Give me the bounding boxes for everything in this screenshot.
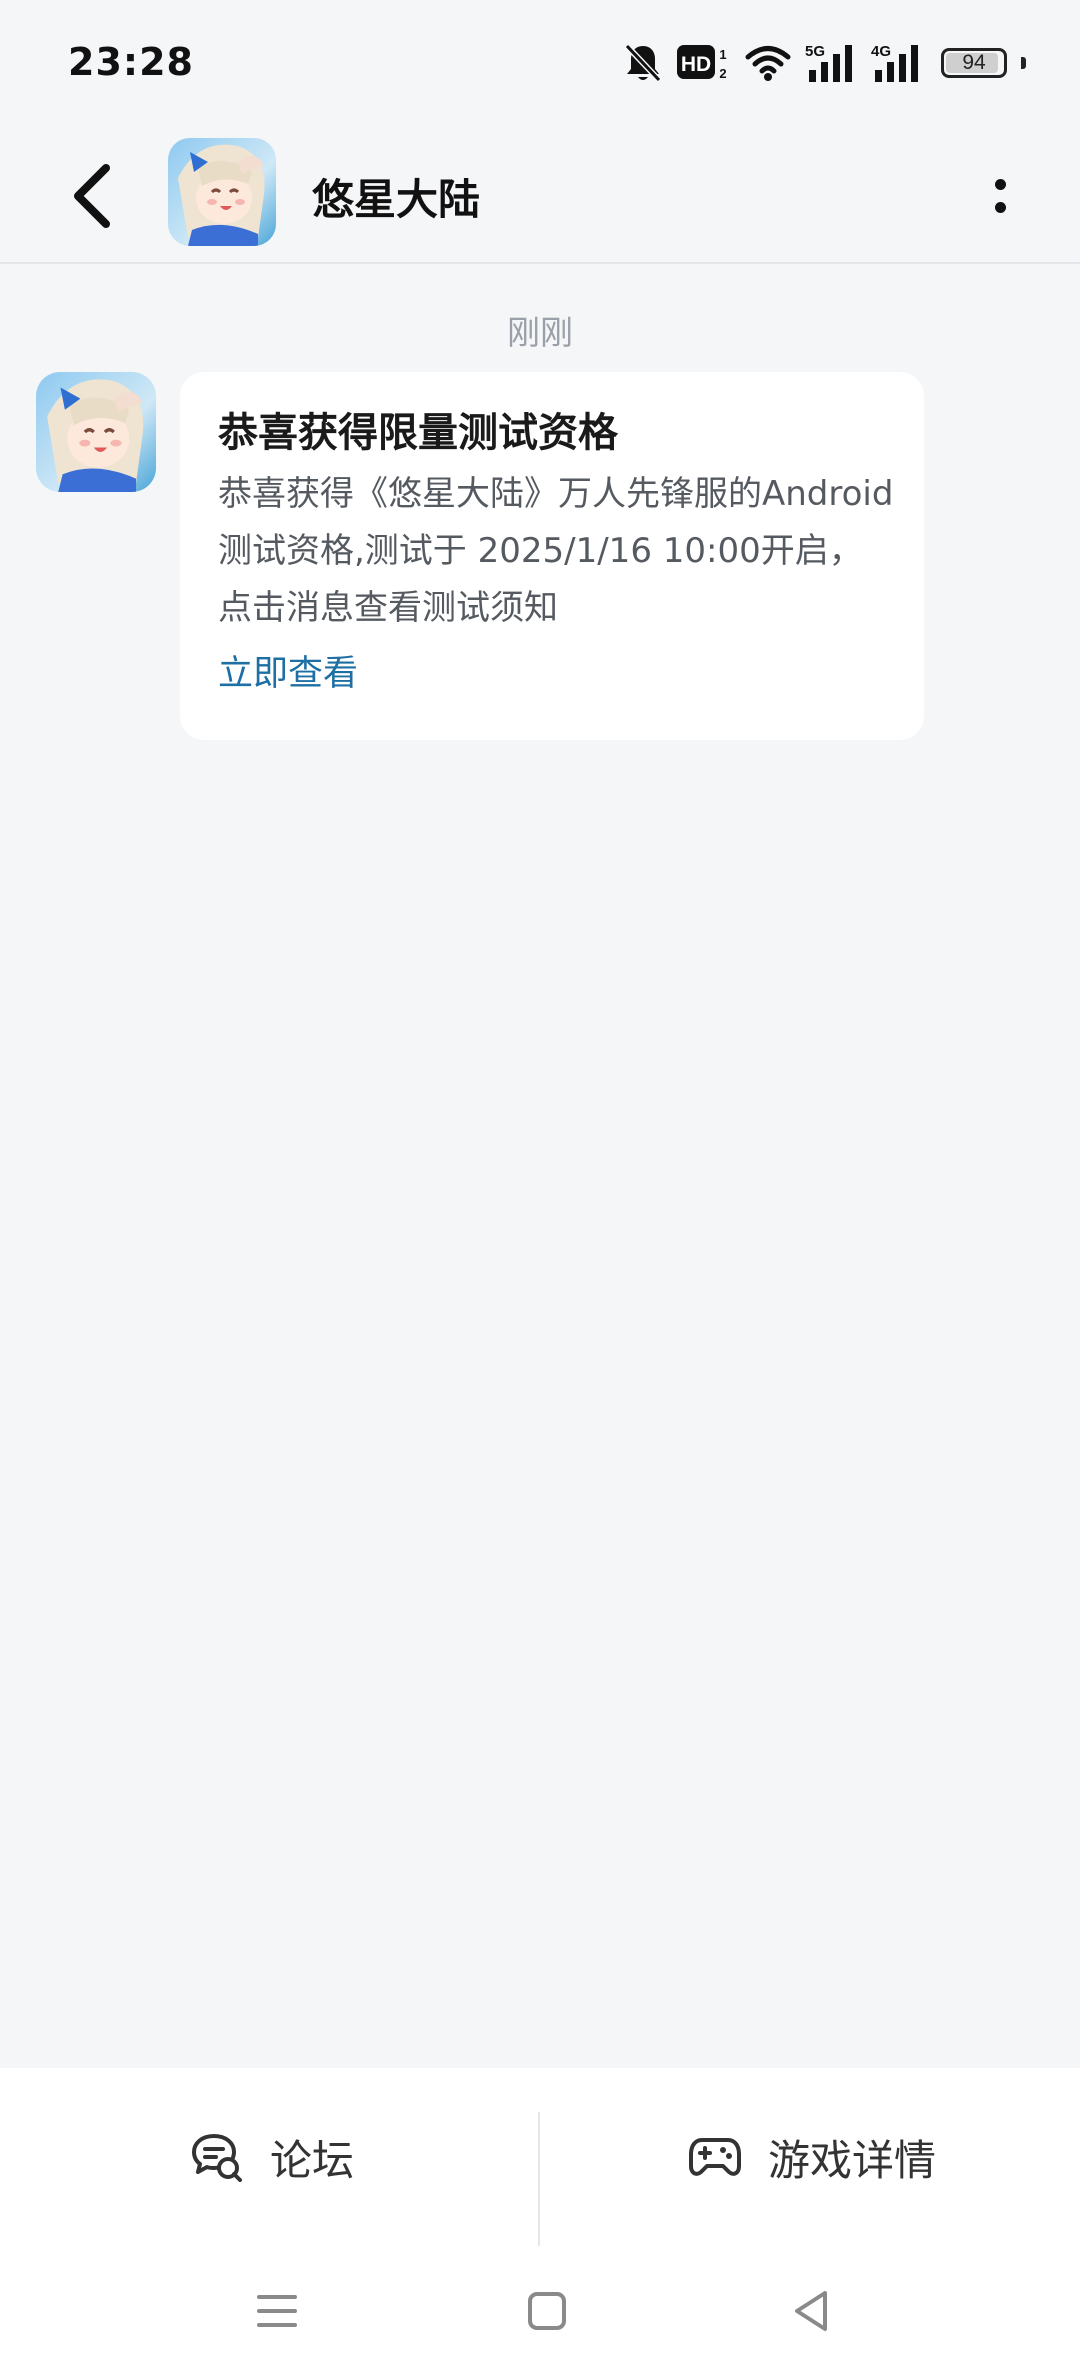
bottom-action-bar: 论坛 游戏详情 — [0, 2068, 1080, 2264]
more-vertical-dot — [994, 202, 1006, 213]
status-bar: 23:28 HD 1 2 5G 4G 94 — [0, 0, 1080, 128]
status-time: 23:28 — [68, 40, 194, 84]
chat-title: 悠星大陆 — [312, 175, 481, 224]
game-details-tab[interactable]: 游戏详情 — [688, 2068, 936, 2246]
back-triangle-icon — [795, 2291, 827, 2331]
battery-level: 94 — [962, 51, 986, 74]
sender-avatar[interactable] — [36, 372, 156, 492]
message-title: 恭喜获得限量测试资格 — [218, 410, 618, 456]
system-nav-bar — [0, 2246, 1080, 2376]
game-avatar[interactable] — [168, 138, 276, 246]
signal-4g-icon: 4G — [871, 43, 918, 82]
forum-tab[interactable]: 论坛 — [190, 2068, 354, 2246]
wifi-icon — [745, 46, 791, 81]
forum-tab-label: 论坛 — [270, 2135, 355, 2185]
status-icons: HD 1 2 5G 4G 94 — [623, 40, 1026, 86]
battery-icon: 94 — [941, 48, 1007, 78]
bell-muted-icon — [624, 43, 662, 83]
back-button[interactable] — [52, 156, 132, 236]
battery-cap — [1021, 57, 1026, 69]
menu-icon — [257, 2295, 297, 2327]
svg-text:1: 1 — [719, 47, 726, 62]
game-details-tab-label: 游戏详情 — [768, 2135, 937, 2185]
view-now-link[interactable]: 立即查看 — [218, 647, 888, 701]
svg-text:HD: HD — [681, 53, 711, 76]
chevron-left-icon — [74, 164, 110, 228]
chat-header: 悠星大陆 — [0, 128, 1080, 264]
more-vertical-icon — [994, 179, 1006, 190]
tab-divider — [538, 2112, 540, 2264]
more-options-button[interactable] — [960, 156, 1040, 236]
svg-text:4G: 4G — [871, 43, 891, 60]
message-body: 恭喜获得《悠星大陆》万人先锋服的Android测试资格,测试于 2025/1/1… — [218, 474, 894, 628]
svg-text:5G: 5G — [805, 43, 825, 60]
signal-5g-icon: 5G — [805, 43, 852, 82]
message-timestamp: 刚刚 — [507, 313, 573, 352]
nav-menu-button[interactable] — [242, 2276, 312, 2346]
gamepad-icon — [689, 2138, 741, 2176]
hd-voice-icon: HD 1 2 — [677, 45, 727, 81]
home-square-icon — [528, 2292, 566, 2330]
nav-home-button[interactable] — [512, 2276, 582, 2346]
message-card[interactable]: 恭喜获得限量测试资格 恭喜获得《悠星大陆》万人先锋服的Android测试资格,测… — [180, 372, 924, 740]
nav-back-button[interactable] — [776, 2276, 846, 2346]
forum-chat-icon — [192, 2134, 242, 2182]
svg-text:2: 2 — [719, 66, 726, 81]
